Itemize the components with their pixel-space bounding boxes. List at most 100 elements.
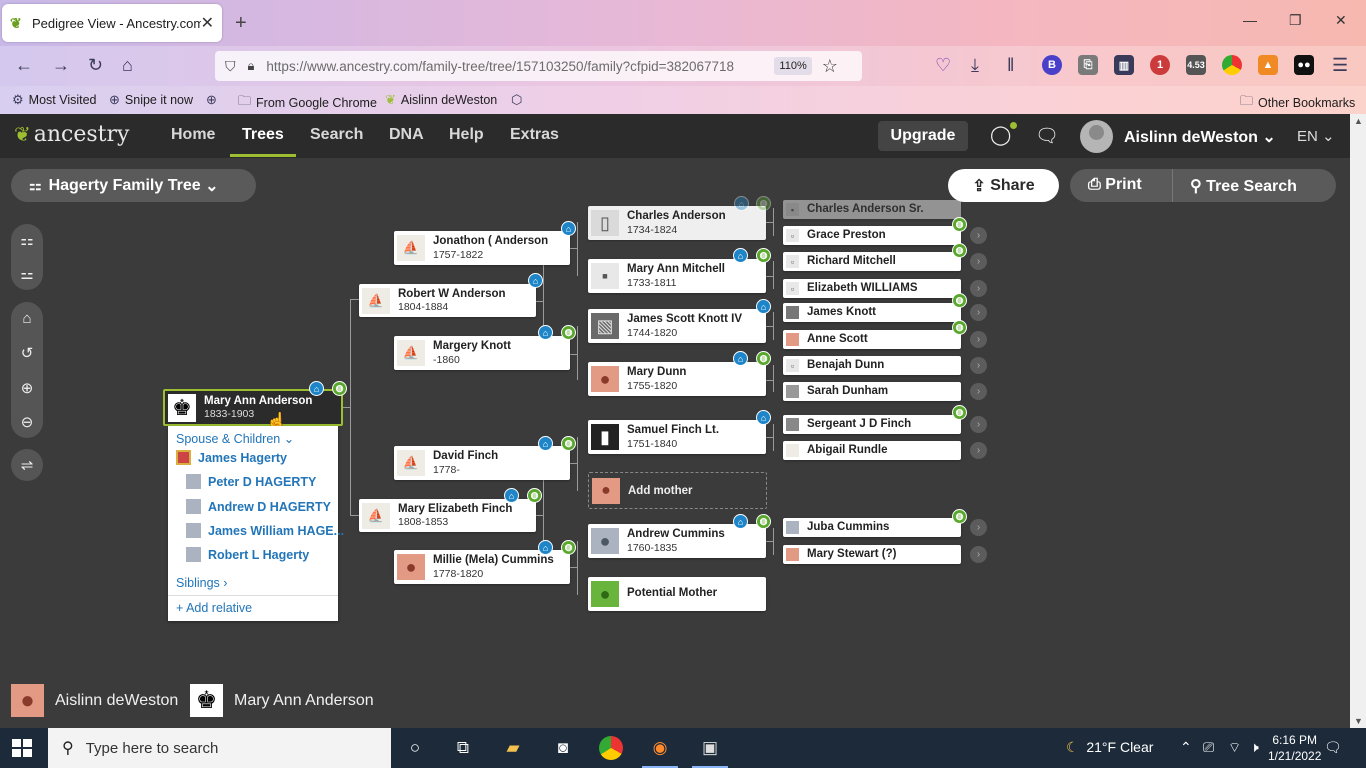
leaf-hint-icon[interactable]: ◍ [952,405,967,420]
leaf-hint-icon[interactable]: ◍ [756,514,771,529]
recorder-app-icon[interactable]: ▣ [692,736,728,768]
file-explorer-icon[interactable]: ▰ [501,736,525,760]
leaf-hint-icon[interactable]: ◍ [561,540,576,555]
child-link[interactable]: James William HAGE... [186,523,344,538]
extension-bars-icon[interactable]: ▥ [1114,55,1134,75]
ancestry-logo[interactable]: ❦ ancestry [14,122,129,147]
leaf-hint-icon[interactable]: ◍ [952,320,967,335]
tray-chevron-icon[interactable]: ⌃ [1180,739,1192,756]
extension-dots-icon[interactable]: ●● [1294,55,1314,75]
clock[interactable]: 6:16 PM 1/21/2022 [1268,732,1321,764]
expand-arrow-icon[interactable]: › [970,331,987,348]
url-bar[interactable]: ⛉ 🔒︎ https://www.ancestry.com/family-tre… [215,51,862,81]
person-card-ggparent[interactable]: ▯ Charles Anderson 1734-1824 [588,206,766,240]
metamask-fox-icon[interactable]: ▲ [1258,55,1278,75]
extension-badge-icon[interactable]: 4.53 [1186,55,1206,75]
child-link[interactable]: Robert L Hagerty [186,547,309,562]
print-button[interactable]: ⎙ Print [1088,176,1142,194]
share-button[interactable]: ⇪ Share [948,169,1059,202]
add-mother-placeholder[interactable]: ● Add mother [588,472,767,509]
network-device-icon[interactable]: ⎚ [1203,739,1214,756]
tree-search-button[interactable]: ⚲ Tree Search [1190,176,1297,196]
home-icon[interactable]: ⌂ [122,55,133,75]
adblock-icon[interactable]: 1 [1150,55,1170,75]
person-card-mother[interactable]: ⛵ Mary Elizabeth Finch 1808-1853 [359,499,536,532]
avatar[interactable] [1080,120,1113,153]
bookmark-most-visited[interactable]: ⚙ Most Visited [12,92,97,108]
new-tab-icon[interactable]: + [235,12,247,35]
volume-icon[interactable]: 🕨︎ [1250,739,1259,756]
bookmark-snipe[interactable]: ⊕ Snipe it now [109,92,193,108]
back-icon[interactable]: ← [15,55,33,75]
record-hint-icon[interactable]: ⌂ [733,514,748,529]
forward-icon[interactable]: → [52,55,70,75]
spouse-children-toggle[interactable]: Spouse & Children ⌄ [176,431,294,446]
bookmark-other[interactable]: 🗀︎ Other Bookmarks [1240,92,1355,114]
extension-b-icon[interactable]: B [1042,55,1062,75]
expand-arrow-icon[interactable]: › [970,442,987,459]
child-link[interactable]: Peter D HAGERTY [186,474,316,489]
url-text[interactable]: https://www.ancestry.com/family-tree/tre… [266,59,766,74]
notifications-icon[interactable]: 🗨︎ [1324,739,1342,756]
bookmark-folder-chrome[interactable]: 🗀︎ From Google Chrome [238,92,377,114]
record-hint-icon[interactable]: ⌂ [309,381,324,396]
person-card-grandparent[interactable]: ⛵ Margery Knott -1860 [394,336,570,370]
family-view-icon[interactable]: ⚍ [11,258,43,290]
close-window-icon[interactable]: ✕ [1335,12,1347,29]
expand-arrow-icon[interactable]: › [970,304,987,321]
leaf-hint-icon[interactable]: ◍ [756,248,771,263]
leaf-hint-icon[interactable]: ◍ [756,351,771,366]
person-card-grandparent[interactable]: ⛵ David Finch 1778- [394,446,570,480]
zoom-in-icon[interactable]: ⊕ [11,372,43,404]
leaf-hint-icon[interactable]: ◍ [952,509,967,524]
upgrade-button[interactable]: Upgrade [878,121,968,151]
record-hint-icon[interactable]: ⌂ [756,410,771,425]
add-relative-link[interactable]: + Add relative [176,601,252,615]
zoom-out-icon[interactable]: ⊖ [11,406,43,438]
bookmark-star-icon[interactable]: ☆ [822,56,838,77]
nav-dna[interactable]: DNA [389,126,424,144]
leaf-hint-icon[interactable]: ◍ [952,293,967,308]
leaf-hint-icon[interactable]: ◍ [527,488,542,503]
person-card-gen5[interactable]: Mary Stewart (?) [783,545,961,564]
breadcrumb-focus-person[interactable]: ♚ Mary Ann Anderson [190,684,374,717]
zoom-level[interactable]: 110% [774,57,812,75]
person-card-ggparent[interactable]: ● Andrew Cummins 1760-1835 [588,524,766,558]
expand-arrow-icon[interactable]: › [970,416,987,433]
nav-search[interactable]: Search [310,126,363,144]
expand-arrow-icon[interactable]: › [970,383,987,400]
potential-mother-card[interactable]: ● Potential Mother [588,577,766,611]
record-hint-icon[interactable]: ⌂ [733,248,748,263]
person-card-ggparent[interactable]: ● Mary Dunn 1755-1820 [588,362,766,396]
extension-grey-icon[interactable]: ⎘ [1078,55,1098,75]
hints-leaf-icon[interactable]: ◯ [990,122,1018,147]
person-card-grandparent[interactable]: ⛵ Jonathon ( Anderson 1757-1822 [394,231,570,265]
reload-icon[interactable]: ↻ [88,55,103,75]
lock-icon[interactable]: 🔒︎ [248,58,255,74]
person-card-gen5[interactable]: ▫ Elizabeth WILLIAMS [783,279,961,298]
person-card-gen5[interactable]: Sarah Dunham [783,382,961,401]
expand-arrow-icon[interactable]: › [970,253,987,270]
expand-arrow-icon[interactable]: › [970,227,987,244]
browser-tab[interactable]: ❦ Pedigree View - Ancestry.com ✕ [2,4,222,42]
leaf-hint-icon[interactable]: ◍ [561,325,576,340]
minimize-icon[interactable]: — [1243,12,1257,28]
spouse-link[interactable]: James Hagerty [176,450,287,465]
child-link[interactable]: Andrew D HAGERTY [186,499,331,514]
messages-icon[interactable]: 🗨︎ [1035,124,1059,148]
leaf-hint-icon[interactable]: ◍ [756,196,771,211]
person-card-gen5[interactable]: ▫ Benajah Dunn [783,356,961,375]
camera-icon[interactable]: ◙ [551,736,575,760]
expand-arrow-icon[interactable]: › [970,357,987,374]
person-card-gen5[interactable]: James Knott [783,303,961,322]
taskbar-search[interactable]: ⚲ Type here to search [48,728,391,768]
expand-arrow-icon[interactable]: › [970,280,987,297]
menu-icon[interactable]: ☰ [1332,55,1348,75]
nav-extras[interactable]: Extras [510,126,559,144]
tracking-shield-icon[interactable]: ⛉ [225,58,236,75]
person-card-ggparent[interactable]: ▪ Mary Ann Mitchell 1733-1811 [588,259,766,293]
leaf-hint-icon[interactable]: ◍ [561,436,576,451]
person-card-father[interactable]: ⛵ Robert W Anderson 1804-1884 [359,284,536,317]
tree-layout-icon[interactable]: ⇌ [11,449,43,481]
siblings-toggle[interactable]: Siblings › [176,576,227,590]
